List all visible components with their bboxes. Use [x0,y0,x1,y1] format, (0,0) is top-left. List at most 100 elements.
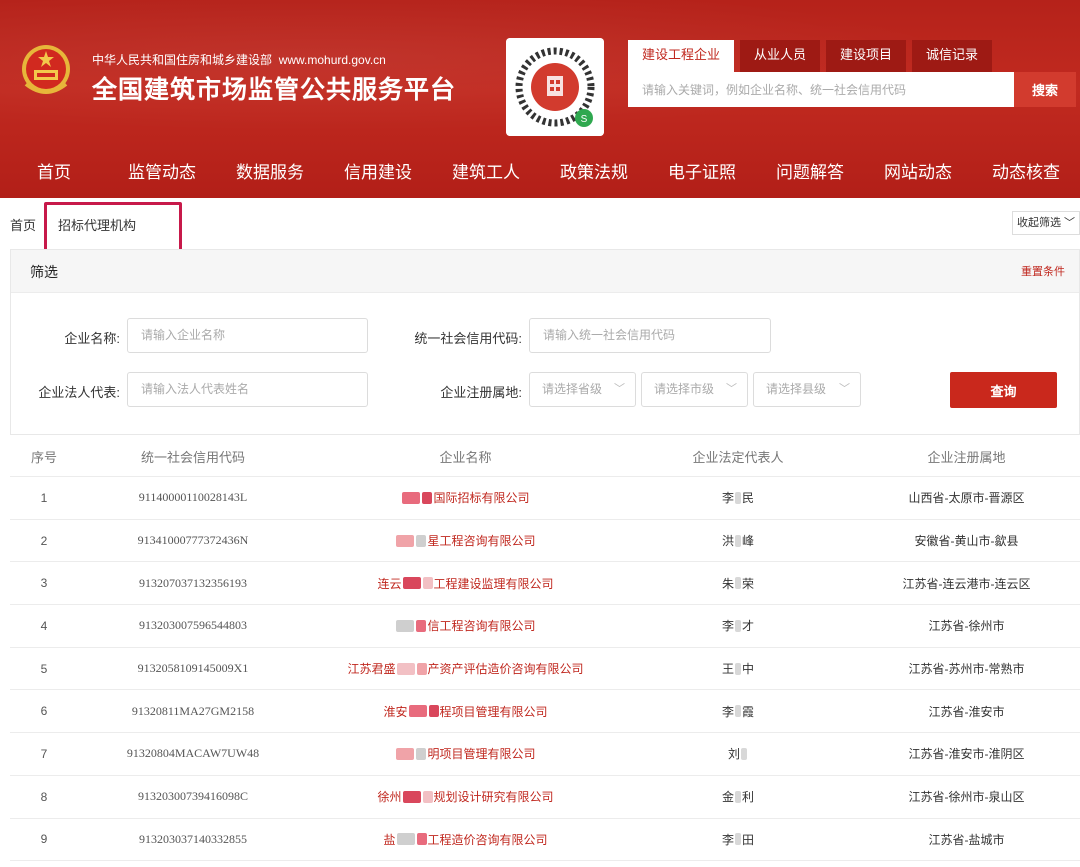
search-box: 搜索 [628,72,1076,107]
redacted-mark [735,705,741,718]
company-name-prefix: 徐州 [377,790,402,805]
row-legal-rep: 李霞 [623,690,853,732]
chevron-down-icon: ﹀ [839,383,850,395]
company-name-suffix: 工程建设监理有限公司 [433,576,554,591]
breadcrumb-home[interactable]: 首页 [10,215,36,234]
row-legal-rep: 李民 [623,477,853,519]
table-row[interactable]: 9 913203037140332855 盐 工程造价咨询有限公司 李田 江苏省-盐城市 [10,819,1080,862]
rep-name-prefix: 李 [721,832,734,847]
row-company-name[interactable]: 明项目管理有限公司 [308,733,623,775]
filter-header: 筛选 重置条件 [11,250,1079,293]
company-name-prefix: 盐 [383,832,396,847]
rep-name-prefix: 李 [721,619,734,634]
redacted-mark [735,491,741,504]
row-company-name[interactable]: 信工程咨询有限公司 [308,605,623,647]
table-row[interactable]: 8 91320300739416098C 徐州 规划设计研究有限公司 金利 江苏省-徐州市… [10,776,1080,819]
rep-name-suffix: 民 [742,491,755,506]
header-company-name: 企业名称 [439,449,492,465]
row-company-name[interactable]: 国际招标有限公司 [308,477,623,519]
company-name-input[interactable]: 请输入企业名称 [127,318,368,353]
row-company-name[interactable]: 星工程咨询有限公司 [308,520,623,562]
table-row[interactable]: 3 913207037132356193 连云 工程建设监理有限公司 朱荣 江苏省-连云港… [10,562,1080,606]
row-company-name[interactable]: 徐州 规划设计研究有限公司 [308,776,623,818]
row-company-name[interactable]: 江苏君盛 产资产评估造价咨询有限公司 [308,648,623,690]
nav-data-service[interactable]: 数据服务 [216,148,324,198]
tab-projects[interactable]: 建设项目 [826,40,907,72]
row-company-name[interactable]: 连云 工程建设监理有限公司 [308,562,623,604]
table-row[interactable]: 1 91140000110028143L 国际招标有限公司 李民 山西省-太原市-晋源区 [10,477,1080,520]
tab-construction-enterprise[interactable]: 建设工程企业 [628,40,735,72]
company-name-suffix: 工程造价咨询有限公司 [427,832,548,847]
province-select[interactable]: 请选择省级 ﹀ [529,372,636,407]
company-name-suffix: 星工程咨询有限公司 [427,534,536,549]
redacted-mark [735,619,741,632]
table-row[interactable]: 6 91320811MA27GM2158 淮安 程项目管理有限公司 李霞 江苏省-淮安市 [10,690,1080,734]
company-name-prefix: 淮安 [383,704,408,719]
tab-practitioners[interactable]: 从业人员 [740,40,821,72]
row-credit-code: 913205810914500​9X1 [137,661,249,676]
table-row[interactable]: 2 91341000777372436N 星工程咨询有限公司 洪峰 安徽省-黄山市-歙县 [10,520,1080,563]
row-location: 江苏省-苏州市-常熟市 [908,662,1025,677]
search-button[interactable]: 搜索 [1014,72,1076,107]
row-credit-code: 913203037140332855 [139,831,247,846]
row-credit-code: 91320804MACAW7UW48 [126,746,260,761]
header-credit-code: 统一社会信用代码 [140,449,245,465]
nav-home[interactable]: 首页 [0,148,108,198]
rep-name-suffix: 田 [742,832,755,847]
row-index: 6 [40,704,48,719]
collapse-filter-button[interactable]: 收起筛选 ﹀ [1012,211,1080,235]
credit-code-input[interactable]: 请输入统一社会信用代码 [529,318,771,353]
nav-policies[interactable]: 政策法规 [540,148,648,198]
rep-name-suffix: 霞 [742,704,755,719]
row-location: 山西省-太原市-晋源区 [908,491,1025,506]
company-name-suffix: 信工程咨询有限公司 [427,619,536,634]
tab-credit-records[interactable]: 诚信记录 [912,40,993,72]
rep-name-prefix: 李 [721,704,734,719]
nav-credit[interactable]: 信用建设 [324,148,432,198]
nav-workers[interactable]: 建筑工人 [432,148,540,198]
rep-name-suffix: 峰 [742,534,755,549]
search-tabs: 建设工程企业 从业人员 建设项目 诚信记录 [628,40,998,72]
table-row[interactable]: 5 913205810914500​9X1 江苏君盛 产资产评估造价咨询有限公司王中江… [10,648,1080,691]
chevron-down-icon: ﹀ [1064,217,1076,229]
nav-dynamic-check[interactable]: 动态核查 [972,148,1080,198]
table-row[interactable]: 4 913203007596544803 信工程咨询有限公司 李才 江苏省-徐州市 [10,605,1080,648]
nav-e-certificates[interactable]: 电子证照 [648,148,756,198]
company-name-label: 企业名称: [64,331,120,346]
company-name-prefix: 江苏君盛 [347,662,396,677]
redacted-mark [735,534,741,547]
header-location: 企业注册属地 [927,449,1006,465]
nav-supervision-news[interactable]: 监管动态 [108,148,216,198]
city-select[interactable]: 请选择市级 ﹀ [641,372,748,407]
company-name-suffix: 规划设计研究有限公司 [433,790,554,805]
row-location: 江苏省-淮安市 [928,704,1005,719]
national-emblem-icon[interactable] [20,42,72,98]
redacted-mark [396,662,415,675]
row-company-name[interactable]: 盐 工程造价咨询有限公司 [308,819,623,861]
search-input[interactable] [628,72,1014,107]
row-company-name[interactable]: 淮安 程项目管理有限公司 [308,690,623,732]
row-credit-code: 913207037132356193 [139,575,247,590]
row-index: 2 [40,533,48,548]
row-legal-rep: 朱荣 [623,562,853,604]
row-index: 8 [40,789,48,804]
site-title: 全国建筑市场监管公共服务平台 [92,76,457,104]
company-name-suffix: 产资产评估造价咨询有限公司 [427,662,584,677]
rep-name-prefix: 刘 [727,747,740,762]
nav-faq[interactable]: 问题解答 [756,148,864,198]
county-select[interactable]: 请选择县级 ﹀ [753,372,861,407]
credit-code-label: 统一社会信用代码: [414,331,522,346]
redacted-mark [416,619,427,632]
redacted-mark [428,705,439,718]
nav-site-news[interactable]: 网站动态 [864,148,972,198]
qr-code-icon: S [506,38,604,136]
results-table: 序号 统一社会信用代码 企业名称 企业法定代表人 企业注册属地 1 9114000… [10,436,1080,862]
reset-filter-link[interactable]: 重置条件 [1021,263,1065,279]
legal-rep-input[interactable]: 请输入法人代表姓名 [127,372,368,407]
row-index: 7 [40,746,48,761]
rep-name-prefix: 金 [721,790,734,805]
rep-name-suffix: 荣 [742,576,755,591]
row-index: 1 [40,490,48,505]
query-button[interactable]: 查询 [950,372,1057,408]
table-row[interactable]: 7 91320804MACAW7UW48 明项目管理有限公司 刘 江苏省-淮安市-淮阴区 [10,733,1080,776]
